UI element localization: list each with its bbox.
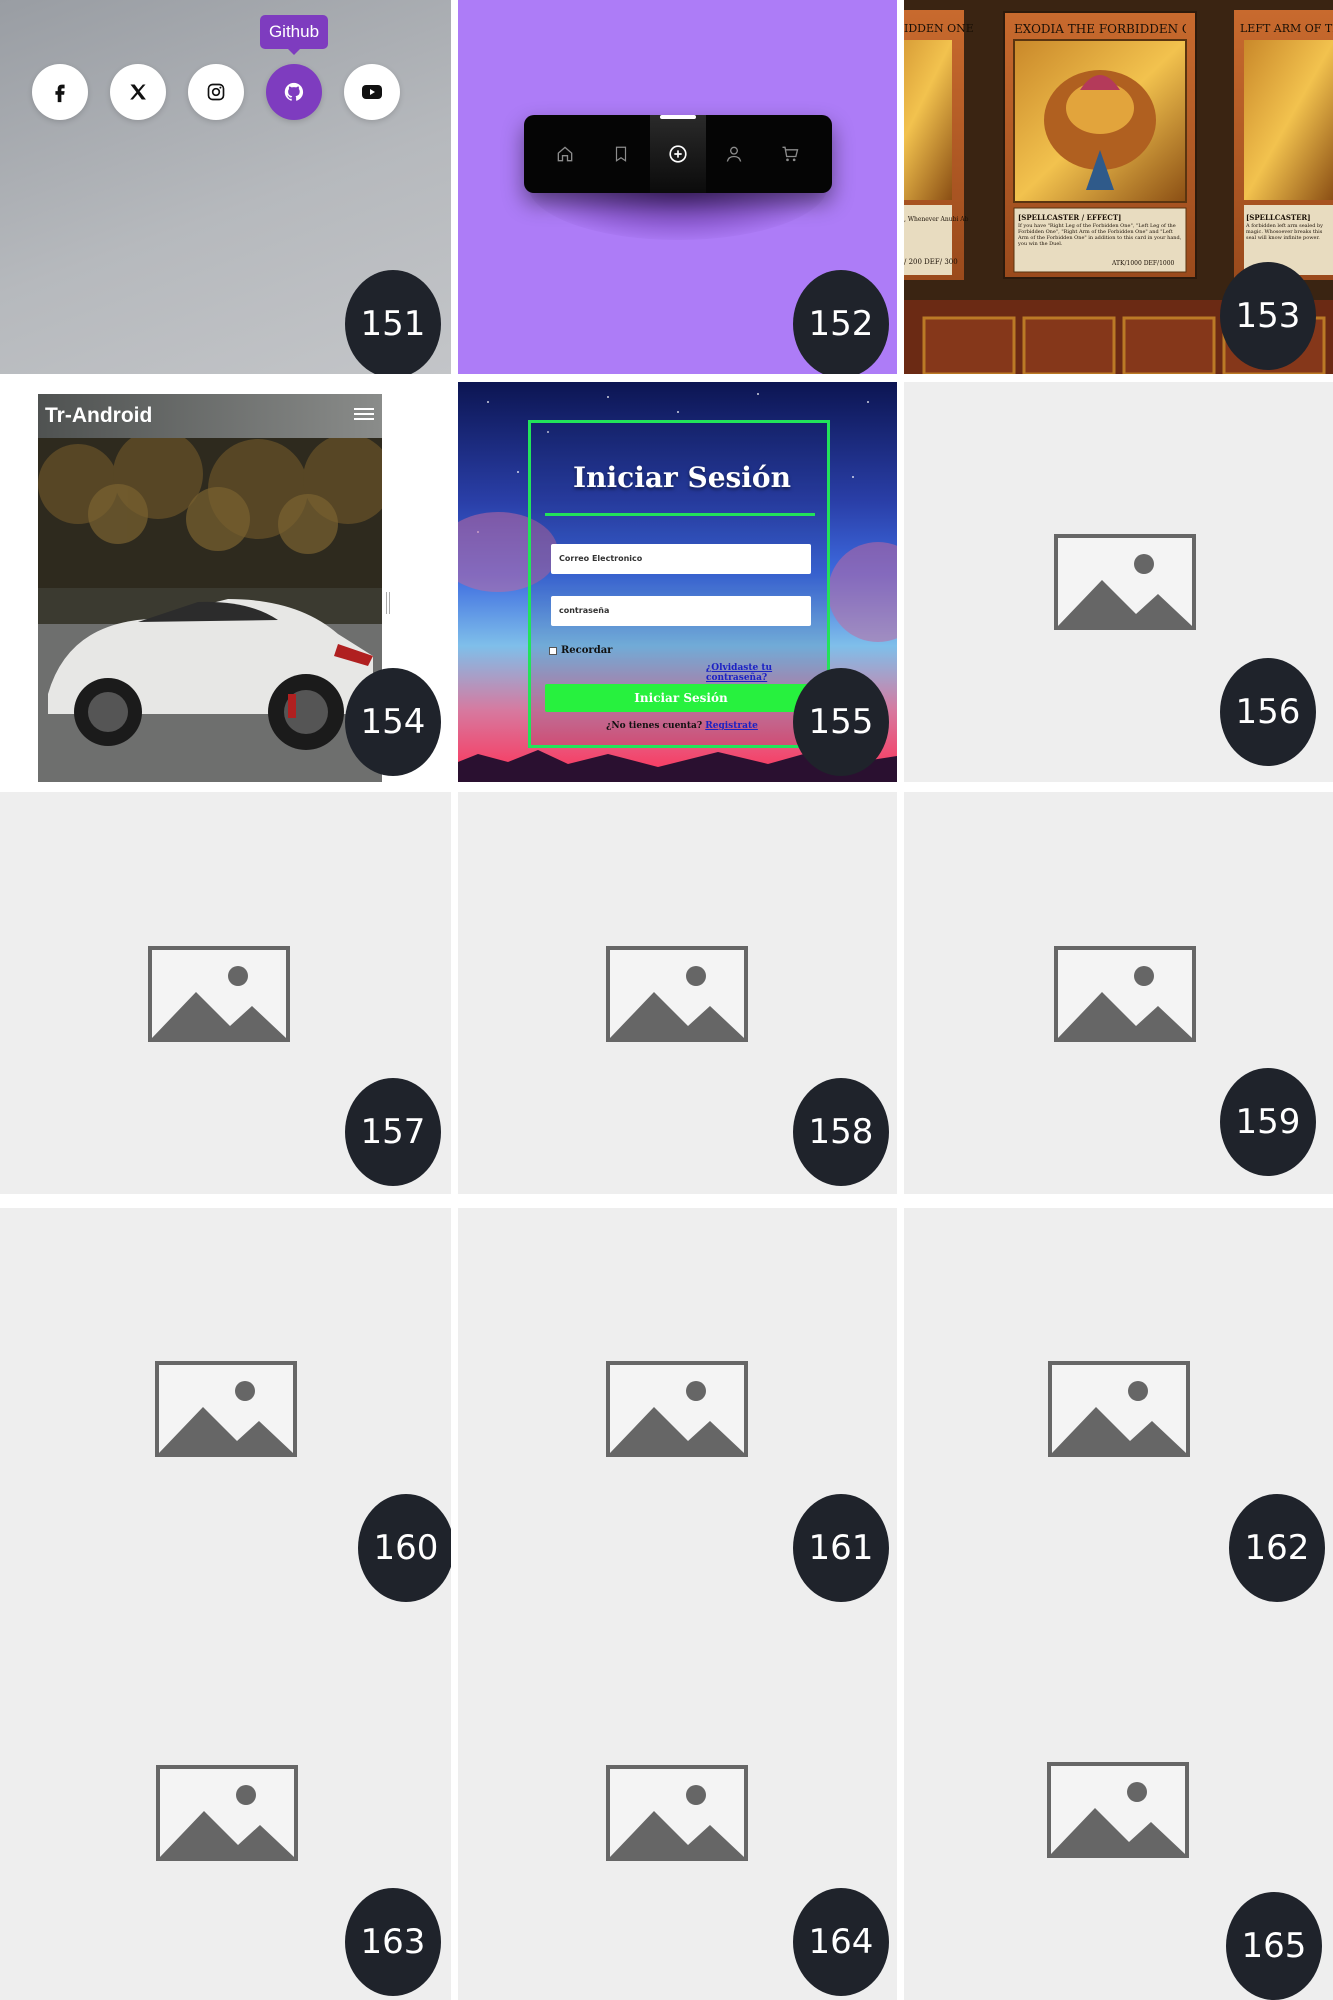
image-placeholder-icon — [1054, 534, 1196, 630]
tile-number-badge: 158 — [793, 1078, 889, 1186]
tile-165[interactable]: 165 — [904, 1610, 1333, 2000]
tile-161[interactable]: 161 — [458, 1208, 897, 1610]
image-placeholder-icon — [1047, 1762, 1189, 1858]
password-field[interactable]: contraseña — [551, 596, 811, 626]
car-photo — [38, 394, 382, 782]
mobile-preview: Tr-Android — [38, 394, 382, 782]
tile-number-badge: 165 — [1226, 1892, 1322, 2000]
remember-checkbox[interactable]: Recordar — [549, 645, 612, 656]
tile-153[interactable]: IDDEN ONE , Whenever Anubi Ab / 200 DEF/… — [904, 0, 1333, 374]
email-field[interactable]: Correo Electronico — [551, 544, 811, 574]
tile-164[interactable]: 164 — [458, 1610, 897, 2000]
tile-number-badge: 152 — [793, 270, 889, 374]
remember-label: Recordar — [561, 645, 613, 656]
github-tooltip: Github — [260, 15, 328, 55]
tile-number-badge: 163 — [345, 1888, 441, 1996]
brand-logo[interactable]: Tr-Android — [45, 404, 152, 428]
tile-number-badge: 154 — [345, 668, 441, 776]
tile-number-badge: 151 — [345, 270, 441, 374]
register-link[interactable]: Registrate — [705, 721, 758, 731]
card-left-title: IDDEN ONE — [904, 22, 974, 35]
image-placeholder-icon — [156, 1765, 298, 1861]
tile-number-badge: 164 — [793, 1888, 889, 1996]
image-placeholder-icon — [606, 1361, 748, 1457]
tile-156[interactable]: 156 — [904, 382, 1333, 782]
add-icon — [669, 145, 687, 163]
github-icon — [284, 82, 304, 101]
x-button[interactable] — [110, 64, 166, 120]
card-center-stats: ATK/1000 DEF/1000 — [1112, 260, 1175, 267]
youtube-button[interactable] — [344, 64, 400, 120]
card-center-text: If you have "Right Leg of the Forbidden … — [1018, 223, 1182, 247]
user-icon — [726, 146, 742, 162]
tile-158[interactable]: 158 — [458, 792, 897, 1194]
tile-number-badge: 160 — [358, 1494, 451, 1602]
image-placeholder-icon — [606, 946, 748, 1042]
tile-160[interactable]: 160 — [0, 1208, 451, 1610]
card-right-title: LEFT ARM OF THE FORBIDDEN — [1240, 22, 1333, 35]
tile-154[interactable]: Tr-Android 154 — [0, 382, 451, 782]
title-divider — [545, 513, 815, 516]
nav-add[interactable] — [650, 115, 706, 193]
tile-159[interactable]: 159 — [904, 792, 1333, 1194]
youtube-icon — [362, 85, 382, 99]
github-button[interactable] — [266, 64, 322, 120]
tile-152[interactable]: 152 — [458, 0, 897, 374]
tile-number-badge: 157 — [345, 1078, 441, 1186]
bookmark-icon — [615, 146, 627, 162]
login-title: Iniciar Sesión — [573, 461, 791, 494]
facebook-button[interactable] — [32, 64, 88, 120]
tile-number-badge: 155 — [793, 668, 889, 776]
tile-number-badge: 156 — [1220, 658, 1316, 766]
image-placeholder-icon — [1048, 1361, 1190, 1457]
image-placeholder-icon — [155, 1361, 297, 1457]
no-account-text: ¿No tienes cuenta? — [606, 721, 703, 731]
tile-number-badge: 162 — [1229, 1494, 1325, 1602]
x-icon — [130, 84, 146, 100]
card-right-text: A forbidden left arm sealed by magic. Wh… — [1246, 223, 1324, 241]
login-button[interactable]: Iniciar Sesión — [545, 684, 817, 712]
active-indicator — [660, 115, 696, 119]
checkbox-box[interactable] — [549, 646, 557, 655]
instagram-button[interactable] — [188, 64, 244, 120]
scrollbar[interactable] — [386, 592, 390, 614]
card-left-stats: / 200 DEF/ 300 — [904, 258, 958, 266]
card-center-title: EXODIA THE FORBIDDEN ONE — [1014, 22, 1186, 36]
home-icon — [557, 146, 573, 162]
mobile-header: Tr-Android — [38, 394, 382, 438]
nav-cart[interactable] — [762, 115, 818, 193]
cart-icon — [782, 146, 799, 162]
tile-163[interactable]: 163 — [0, 1610, 451, 2000]
tile-number-badge: 153 — [1220, 262, 1316, 370]
tile-151[interactable]: Github 151 — [0, 0, 451, 374]
tile-number-badge: 159 — [1220, 1068, 1316, 1176]
nav-home[interactable] — [537, 115, 593, 193]
register-prompt: ¿No tienes cuenta? Registrate — [531, 721, 833, 731]
login-form: Iniciar Sesión Correo Electronico contra… — [528, 420, 830, 748]
tile-155[interactable]: Iniciar Sesión Correo Electronico contra… — [458, 382, 897, 782]
bottom-navbar — [524, 115, 832, 193]
nav-bookmark[interactable] — [593, 115, 649, 193]
card-left-text: , Whenever Anubi Ab — [904, 216, 969, 223]
tile-162[interactable]: 162 — [904, 1208, 1333, 1610]
image-placeholder-icon — [1054, 946, 1196, 1042]
card-right-type: [SPELLCASTER] — [1246, 213, 1311, 222]
tile-157[interactable]: 157 — [0, 792, 451, 1194]
instagram-icon — [207, 83, 225, 101]
nav-user[interactable] — [706, 115, 762, 193]
menu-icon[interactable] — [354, 405, 374, 423]
card-center-type: [SPELLCASTER / EFFECT] — [1018, 213, 1122, 222]
facebook-icon — [55, 84, 65, 103]
tile-number-badge: 161 — [793, 1494, 889, 1602]
image-placeholder-icon — [148, 946, 290, 1042]
image-placeholder-icon — [606, 1765, 748, 1861]
